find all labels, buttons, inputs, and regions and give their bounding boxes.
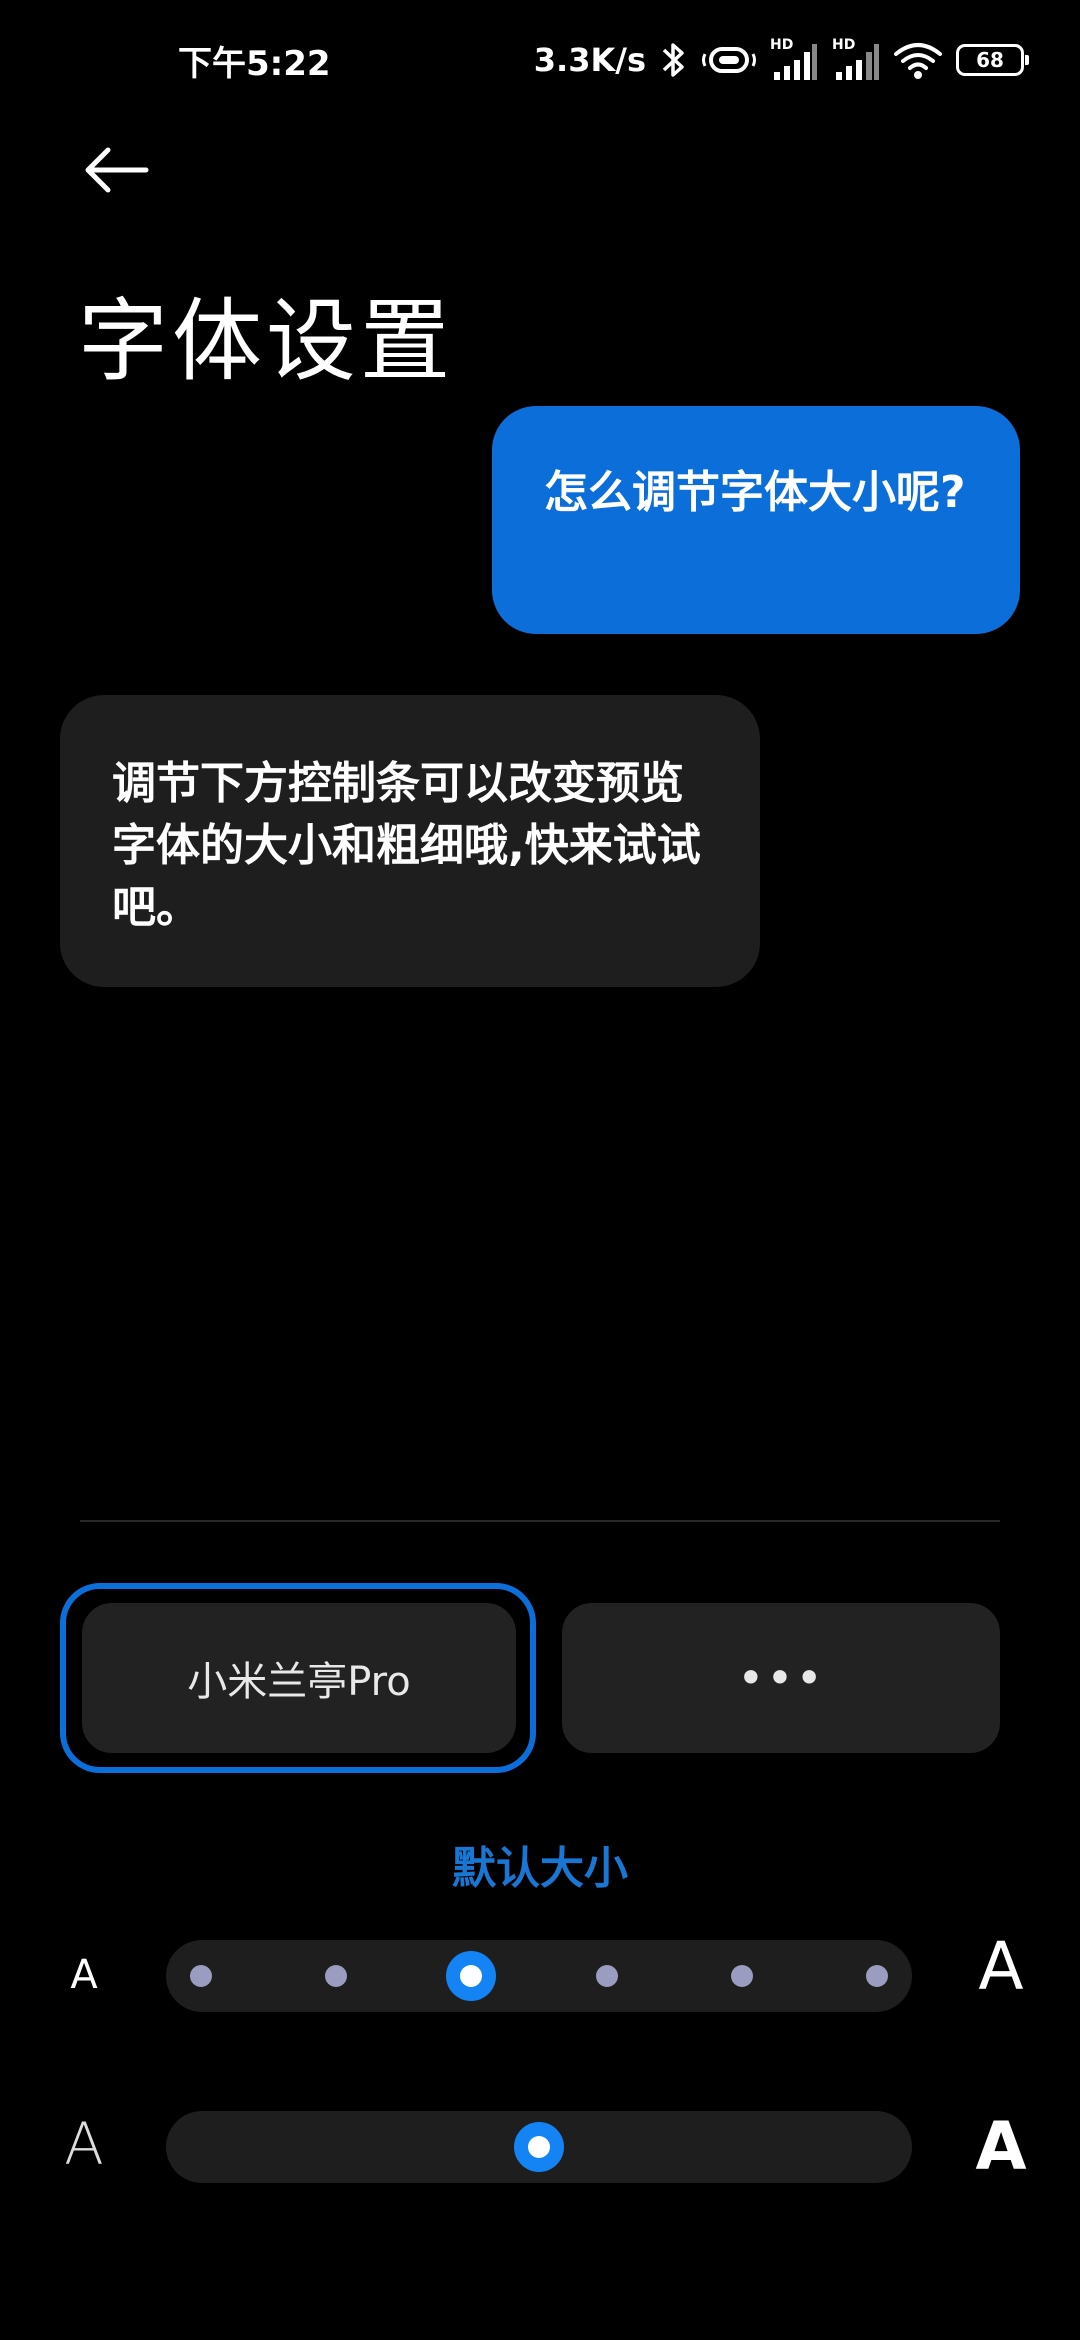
signal-1: HD (770, 38, 818, 82)
font-option-mi-lanting[interactable]: 小米兰亭Pro (82, 1603, 516, 1753)
size-step-dot[interactable] (190, 1965, 212, 1987)
cellular-signal-icon (836, 44, 879, 80)
size-step-dot[interactable] (595, 1965, 618, 1987)
back-arrow-icon (85, 147, 149, 193)
wifi-icon (894, 43, 942, 79)
font-size-slider[interactable] (166, 1940, 912, 2012)
battery-level: 68 (976, 48, 1004, 72)
preview-bubble-answer: 调节下方控制条可以改变预览字体的大小和粗细哦,快来试试吧。 (60, 695, 760, 987)
cellular-signal-icon (774, 44, 817, 80)
status-time: 下午5:22 (178, 44, 331, 84)
preview-bubble-question: 怎么调节字体大小呢? (492, 406, 1020, 634)
page-title: 字体设置 (78, 289, 454, 394)
divider (80, 1520, 1000, 1522)
signal-2: HD (832, 38, 880, 82)
weight-bold-label: A (975, 2108, 1027, 2185)
font-weight-slider[interactable] (166, 2111, 912, 2183)
size-step-dot[interactable] (730, 1965, 753, 1987)
size-small-label: A (70, 1952, 98, 1998)
status-icons: 3.3K/s HD HD 68 (533, 36, 1029, 84)
size-large-label: A (978, 1928, 1024, 2005)
vibrate-icon (702, 47, 756, 73)
size-slider-thumb[interactable] (446, 1951, 497, 2001)
weight-slider-thumb[interactable] (514, 2122, 564, 2172)
bluetooth-icon (662, 43, 684, 77)
weight-thin-label: A (64, 2110, 104, 2178)
network-speed: 3.3K/s (533, 41, 646, 79)
more-fonts-button[interactable]: ••• (562, 1603, 1000, 1753)
size-step-dot[interactable] (325, 1965, 348, 1987)
status-bar: 下午5:22 3.3K/s HD HD 68 (0, 0, 1080, 120)
back-button[interactable] (78, 138, 158, 202)
size-step-dot[interactable] (866, 1965, 888, 1987)
battery-tip (1025, 55, 1029, 65)
battery-icon: 68 (956, 44, 1029, 76)
font-size-label: 默认大小 (452, 1843, 628, 1894)
